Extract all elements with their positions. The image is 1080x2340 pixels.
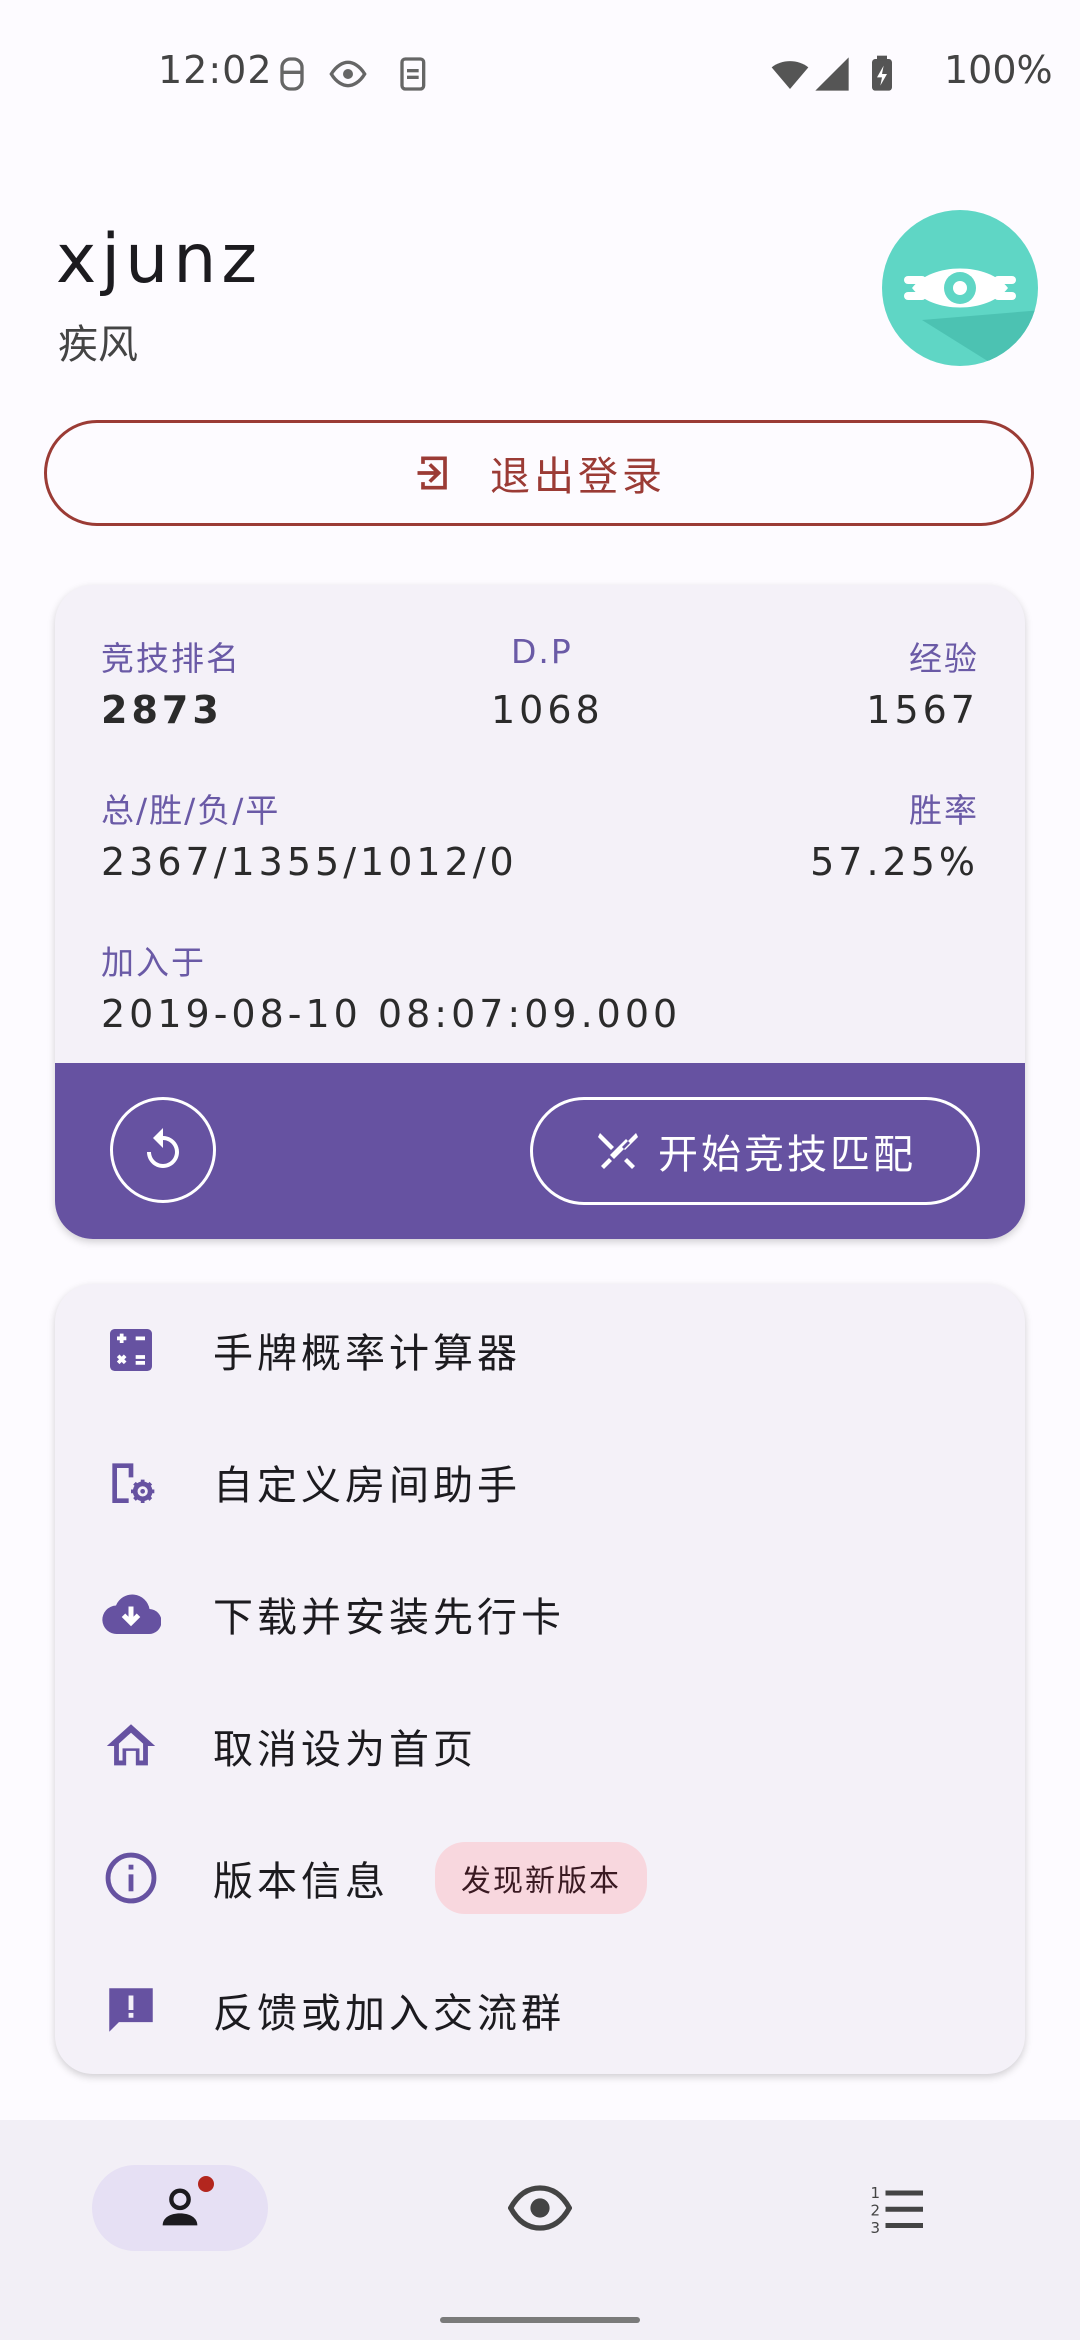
room-settings-icon bbox=[112, 1463, 155, 1503]
calculator-icon bbox=[110, 1329, 152, 1371]
refresh-button[interactable] bbox=[110, 1097, 216, 1203]
eye-notification-icon bbox=[329, 60, 367, 88]
signal-icon bbox=[815, 57, 849, 91]
avatar[interactable] bbox=[882, 210, 1038, 366]
gesture-bar[interactable] bbox=[440, 2317, 640, 2323]
new-version-badge: 发现新版本 bbox=[435, 1842, 647, 1914]
record-label: 总/胜/负/平 bbox=[101, 791, 281, 830]
winrate-value: 57.25% bbox=[810, 840, 979, 884]
svg-text:2: 2 bbox=[871, 2202, 881, 2220]
nav-profile-tab[interactable] bbox=[92, 2165, 268, 2251]
dp-label: D.P bbox=[511, 632, 573, 671]
record-value: 2367/1355/1012/0 bbox=[101, 840, 518, 884]
person-icon bbox=[162, 2188, 198, 2226]
svg-text:1: 1 bbox=[871, 2184, 881, 2202]
swords-icon bbox=[598, 1133, 638, 1169]
menu-item-label: 自定义房间助手 bbox=[213, 1463, 521, 1509]
cloud-download-icon bbox=[102, 1594, 161, 1635]
refresh-icon bbox=[147, 1128, 179, 1168]
bottom-navigation: 123 bbox=[0, 2120, 1080, 2340]
menu-item-download-cards[interactable]: 下载并安装先行卡 bbox=[55, 1548, 1025, 1680]
eye-logo-icon bbox=[904, 268, 1038, 366]
menu-item-feedback[interactable]: 反馈或加入交流群 bbox=[55, 1944, 1025, 2076]
menu-item-label: 取消设为首页 bbox=[213, 1727, 477, 1773]
status-time: 12:02 bbox=[158, 48, 273, 92]
joined-value: 2019-08-10 08:07:09.000 bbox=[101, 992, 682, 1036]
start-match-button[interactable]: 开始竞技匹配 bbox=[530, 1097, 980, 1205]
menu-card: 手牌概率计算器 自定义房间助手 下载并安装先行卡 取消设为首页 版本信息 发现新… bbox=[55, 1284, 1025, 2074]
home-icon bbox=[106, 1724, 156, 1766]
eye-icon bbox=[507, 2185, 573, 2231]
feedback-icon bbox=[109, 1988, 153, 2032]
menu-item-unset-home[interactable]: 取消设为首页 bbox=[55, 1680, 1025, 1812]
menu-item-label: 反馈或加入交流群 bbox=[213, 1991, 565, 2037]
stats-card: 竞技排名 2873 D.P 1068 经验 1567 总/胜/负/平 2367/… bbox=[55, 585, 1025, 1239]
app-notification-icon bbox=[280, 57, 304, 91]
nav-watch-tab[interactable] bbox=[507, 2180, 573, 2236]
dp-value: 1068 bbox=[491, 688, 604, 732]
info-icon bbox=[105, 1852, 157, 1904]
start-match-label: 开始竞技匹配 bbox=[658, 1132, 916, 1178]
ranked-list-icon: 123 bbox=[871, 2184, 923, 2237]
rank-label: 竞技排名 bbox=[101, 639, 241, 678]
user-subtitle: 疾风 bbox=[58, 322, 138, 368]
menu-item-room-helper[interactable]: 自定义房间助手 bbox=[55, 1416, 1025, 1548]
logout-icon bbox=[417, 456, 447, 490]
winrate-label: 胜率 bbox=[909, 791, 979, 830]
nav-ranking-tab[interactable]: 123 bbox=[868, 2178, 928, 2238]
logout-button[interactable]: 退出登录 bbox=[44, 420, 1034, 526]
svg-text:3: 3 bbox=[871, 2219, 881, 2237]
menu-item-label: 手牌概率计算器 bbox=[213, 1331, 521, 1377]
action-bar: 开始竞技匹配 bbox=[55, 1063, 1025, 1239]
exp-label: 经验 bbox=[909, 639, 979, 678]
battery-percent: 100% bbox=[944, 48, 1053, 92]
wifi-icon bbox=[771, 61, 809, 89]
menu-item-label: 版本信息 bbox=[213, 1859, 389, 1905]
rank-value: 2873 bbox=[101, 688, 223, 732]
menu-item-calculator[interactable]: 手牌概率计算器 bbox=[55, 1284, 1025, 1416]
menu-item-version-info[interactable]: 版本信息 发现新版本 bbox=[55, 1812, 1025, 1944]
username: xjunz bbox=[56, 220, 263, 299]
document-notification-icon bbox=[400, 57, 426, 91]
joined-label: 加入于 bbox=[101, 943, 206, 982]
status-bar: 12:02 100% bbox=[0, 0, 1080, 150]
menu-item-label: 下载并安装先行卡 bbox=[213, 1595, 565, 1641]
battery-charging-icon bbox=[872, 55, 892, 91]
logout-label: 退出登录 bbox=[490, 454, 666, 500]
notification-dot bbox=[198, 2176, 214, 2192]
exp-value: 1567 bbox=[866, 688, 979, 732]
